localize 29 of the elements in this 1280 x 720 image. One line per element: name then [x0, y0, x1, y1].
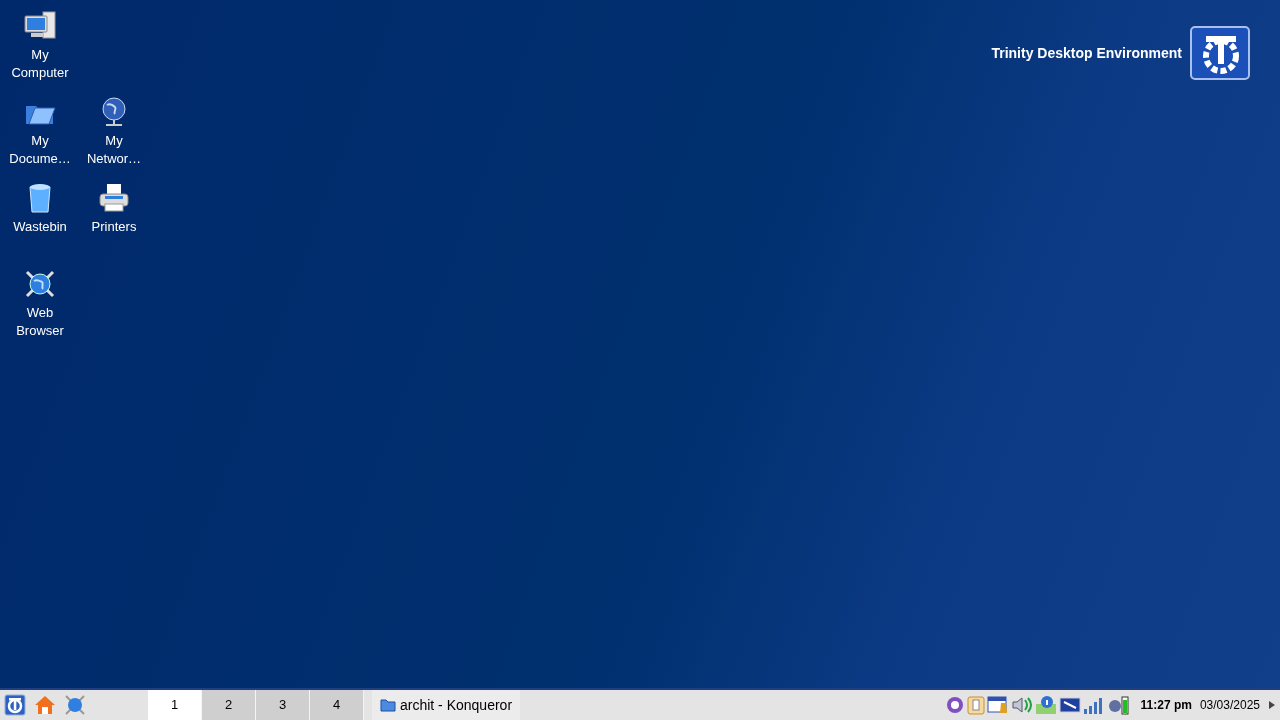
info-icon[interactable]: [1034, 695, 1057, 715]
computer-icon: [23, 10, 57, 42]
monitor-icon[interactable]: [1058, 695, 1081, 715]
desktop-pager-button[interactable]: 1: [148, 690, 202, 720]
desktop-pager-button[interactable]: 4: [310, 690, 364, 720]
desktop-icon-label[interactable]: My Docume…: [4, 132, 76, 168]
desktop-icon-label[interactable]: Web Browser: [4, 304, 76, 340]
desktop-icon-label[interactable]: Printers: [78, 218, 150, 236]
signal-bars-icon[interactable]: [1082, 695, 1105, 715]
expand-arrow-icon[interactable]: [1268, 700, 1276, 710]
clock-time[interactable]: 11:27 pm: [1140, 696, 1192, 714]
speaker-icon[interactable]: [1010, 695, 1033, 715]
globe-gear-icon: [23, 268, 57, 300]
desktop-icon-label[interactable]: Wastebin: [4, 218, 76, 236]
desktop-pager-button[interactable]: 3: [256, 690, 310, 720]
task-button[interactable]: archit - Konqueror: [372, 690, 521, 720]
battery-plug-icon[interactable]: [1106, 695, 1129, 715]
desktop-icon-label[interactable]: My Computer: [4, 46, 76, 82]
home-icon[interactable]: [34, 694, 56, 716]
desktop-icon-label[interactable]: My Networ…: [78, 132, 150, 168]
printer-icon: [97, 182, 131, 214]
clock-date[interactable]: 03/03/2025: [1199, 696, 1260, 714]
clipboard-icon[interactable]: [966, 695, 985, 715]
branding-title: Trinity Desktop Environment: [991, 43, 1182, 63]
globe-gear-icon[interactable]: [64, 694, 86, 716]
gear-logo-icon: [1190, 26, 1250, 80]
folder-icon: [380, 698, 396, 712]
desktop-pager-button[interactable]: 2: [202, 690, 256, 720]
calendar-bell-icon[interactable]: [986, 695, 1009, 715]
